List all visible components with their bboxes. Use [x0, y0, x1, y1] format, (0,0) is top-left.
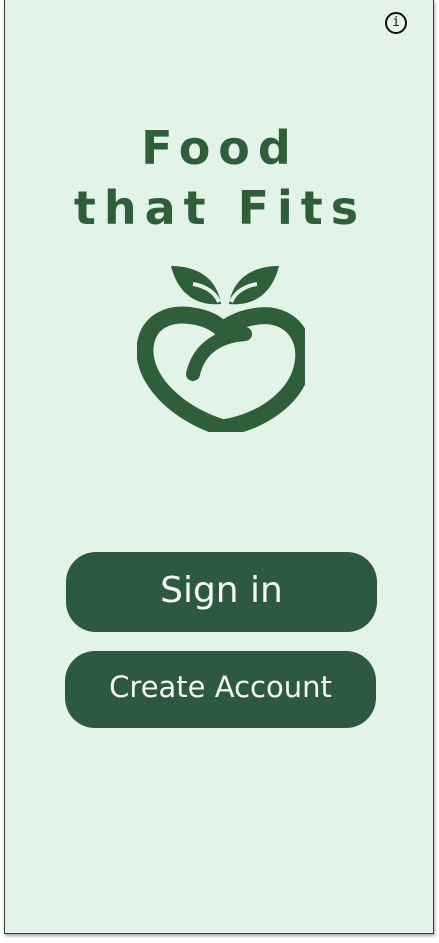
apple-heart-icon — [137, 266, 305, 432]
sign-in-button[interactable]: Sign in — [66, 552, 377, 632]
create-account-button[interactable]: Create Account — [65, 651, 376, 728]
info-icon[interactable]: i — [385, 12, 407, 34]
login-screen: i Food that Fits Sign in Create Account — [4, 0, 434, 934]
app-title-line-2: that Fits — [73, 181, 367, 235]
app-title-line-1: Food — [141, 121, 299, 175]
